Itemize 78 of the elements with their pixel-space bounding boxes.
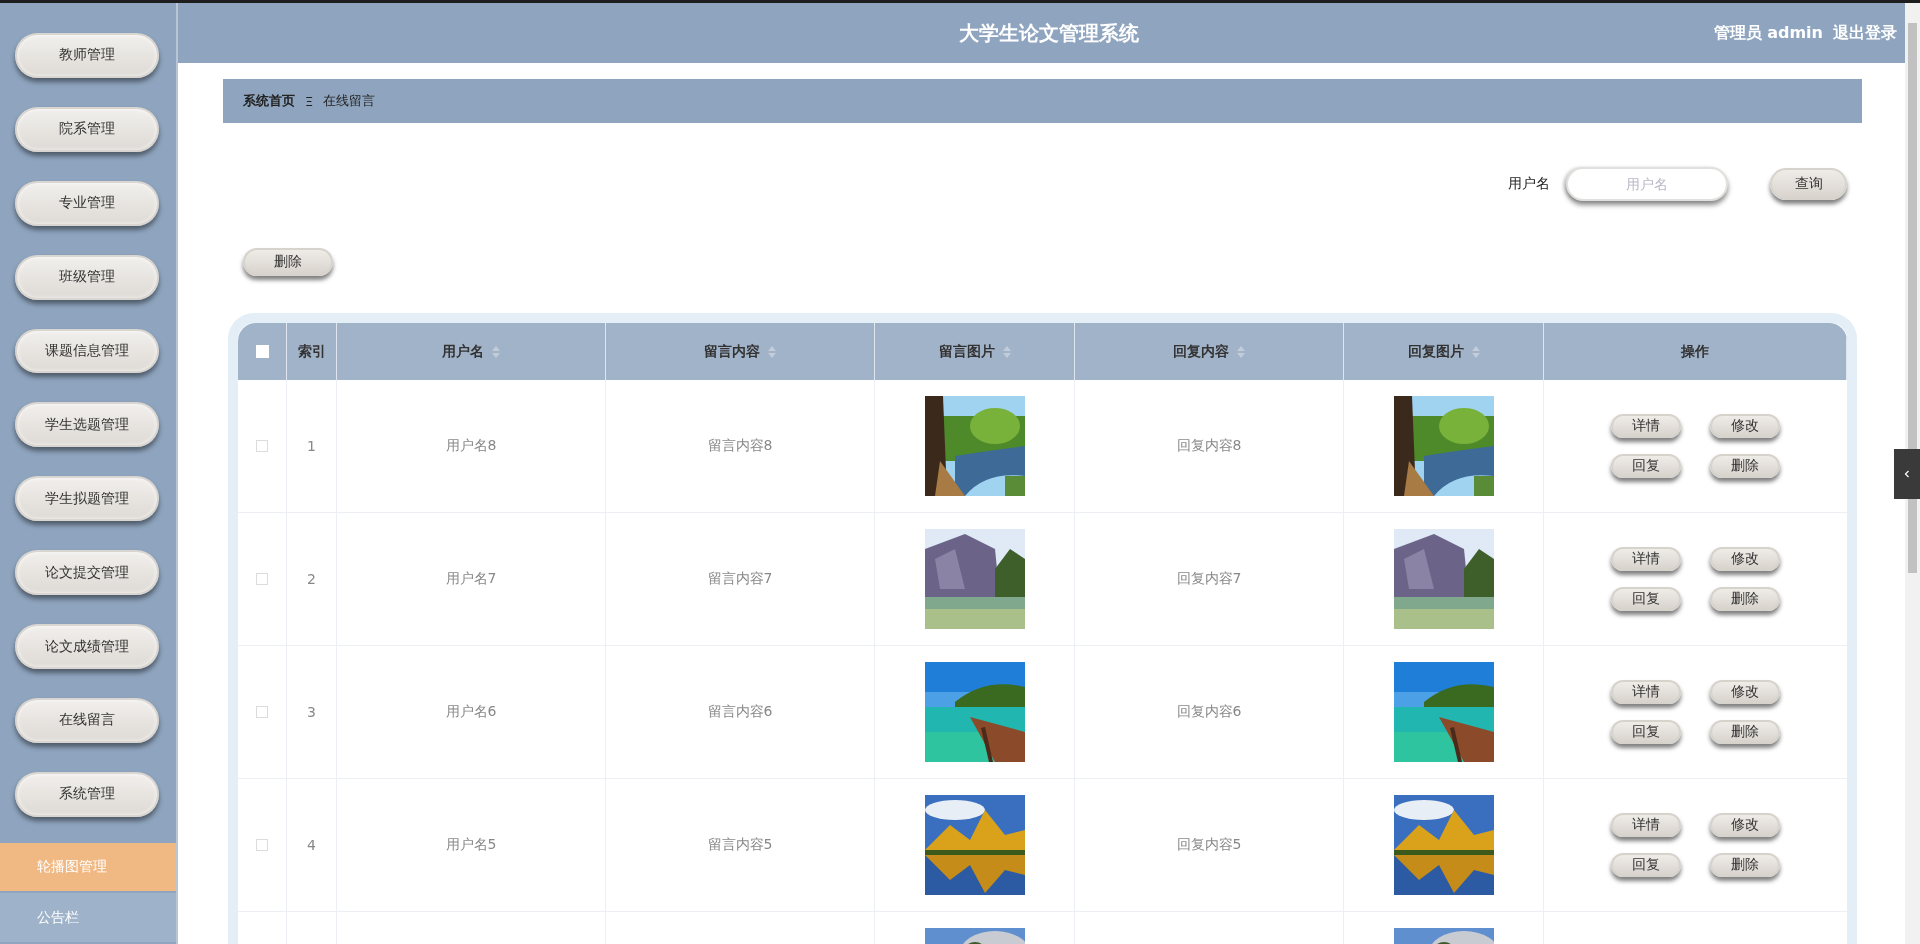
- table-cell: 回复内容8: [1176, 437, 1242, 455]
- sidebar-menu-button[interactable]: 论文成绩管理: [15, 624, 159, 669]
- breadcrumb-separator: Ξ: [305, 93, 314, 109]
- sidebar-menu-button[interactable]: 院系管理: [15, 106, 159, 152]
- table-cell: 回复内容7: [1176, 570, 1242, 588]
- breadcrumb-current: 在线留言: [323, 92, 376, 110]
- action-button[interactable]: 删除: [1710, 720, 1780, 744]
- table-cell: 留言内容7: [707, 570, 773, 588]
- sidebar-menu-button[interactable]: 系统管理: [15, 771, 159, 817]
- sidebar-menu-button[interactable]: 论文提交管理: [15, 550, 159, 596]
- action-button[interactable]: 详情: [1611, 813, 1681, 837]
- action-button[interactable]: 修改: [1710, 547, 1780, 571]
- table-header-cell[interactable]: 操作: [1544, 323, 1847, 380]
- column-header: 回复图片: [1407, 342, 1464, 361]
- table-cell: 回复内容5: [1176, 836, 1242, 854]
- table-cell: 留言内容5: [707, 836, 773, 854]
- sort-icon[interactable]: [1002, 345, 1011, 358]
- action-button[interactable]: 修改: [1710, 680, 1780, 704]
- sidebar-menu-button[interactable]: 教师管理: [15, 33, 159, 78]
- query-button[interactable]: 查询: [1770, 168, 1847, 200]
- table-header-cell[interactable]: 回复内容: [1075, 323, 1344, 380]
- table-cell: 用户名6: [445, 703, 497, 721]
- table-header-cell[interactable]: 留言内容: [606, 323, 875, 380]
- action-button[interactable]: 回复: [1611, 853, 1681, 877]
- row-checkbox[interactable]: [256, 440, 268, 452]
- table-cell: 用户名8: [445, 437, 497, 455]
- chevron-left-icon: [1902, 469, 1912, 479]
- column-header: 回复内容: [1173, 342, 1229, 361]
- action-button[interactable]: 删除: [1710, 454, 1780, 478]
- action-button[interactable]: 详情: [1611, 414, 1681, 438]
- action-button[interactable]: 删除: [1710, 587, 1780, 611]
- table-cell: 3: [307, 704, 316, 720]
- action-button[interactable]: 回复: [1611, 454, 1681, 478]
- sidebar-menu-button[interactable]: 在线留言: [15, 698, 159, 743]
- delete-button[interactable]: 删除: [243, 248, 333, 276]
- table-cell: 2: [307, 571, 316, 587]
- breadcrumb-home-link[interactable]: 系统首页: [243, 92, 295, 110]
- table-cell: 回复内容6: [1176, 703, 1242, 721]
- action-button[interactable]: 修改: [1710, 414, 1780, 438]
- sort-icon[interactable]: [1237, 345, 1245, 358]
- sidebar-menu-button[interactable]: 班级管理: [15, 254, 159, 300]
- action-button[interactable]: 删除: [1710, 853, 1780, 877]
- sidebar-menu-button[interactable]: 课题信息管理: [15, 328, 159, 374]
- action-button[interactable]: 详情: [1611, 680, 1681, 704]
- row-checkbox[interactable]: [256, 839, 268, 851]
- sidebar-menu-button[interactable]: 学生拟题管理: [15, 476, 159, 522]
- column-header: 留言内容: [704, 342, 760, 361]
- action-button[interactable]: 详情: [1611, 547, 1681, 571]
- column-header: 用户名: [442, 342, 484, 361]
- table-cell: 留言内容6: [707, 703, 773, 721]
- table-cell: 留言内容8: [707, 437, 773, 455]
- action-button[interactable]: 回复: [1611, 587, 1681, 611]
- search-label: 用户名: [1508, 175, 1550, 193]
- column-header: 索引: [297, 342, 326, 361]
- table-header-cell[interactable]: 留言图片: [875, 323, 1075, 380]
- admin-user-label: 管理员 admin: [1713, 23, 1823, 44]
- table-header-cell[interactable]: 索引: [287, 323, 337, 380]
- column-header: 留言图片: [938, 342, 995, 361]
- sort-icon[interactable]: [768, 345, 776, 358]
- collapse-tab[interactable]: [1894, 449, 1920, 499]
- table-header-cell[interactable]: 用户名: [337, 323, 606, 380]
- row-checkbox[interactable]: [256, 573, 268, 585]
- table-cell: 1: [307, 438, 316, 454]
- sort-icon[interactable]: [492, 345, 500, 358]
- select-all-checkbox[interactable]: [255, 345, 269, 358]
- action-button[interactable]: 修改: [1710, 813, 1780, 837]
- table-cell: 用户名5: [445, 836, 497, 854]
- sort-icon[interactable]: [1471, 345, 1480, 358]
- column-header: 操作: [1681, 342, 1709, 361]
- table-cell: 用户名7: [445, 570, 497, 588]
- action-button[interactable]: 回复: [1611, 720, 1681, 744]
- search-field[interactable]: 用户名: [1566, 167, 1728, 201]
- table-cell: 4: [307, 837, 316, 853]
- system-title: 大学生论文管理系统: [959, 19, 1139, 47]
- sidebar-menu-button[interactable]: 专业管理: [15, 180, 159, 226]
- sidebar-menu-button[interactable]: 学生选题管理: [15, 402, 159, 448]
- row-checkbox[interactable]: [256, 706, 268, 718]
- table-header-cell[interactable]: 回复图片: [1344, 323, 1544, 380]
